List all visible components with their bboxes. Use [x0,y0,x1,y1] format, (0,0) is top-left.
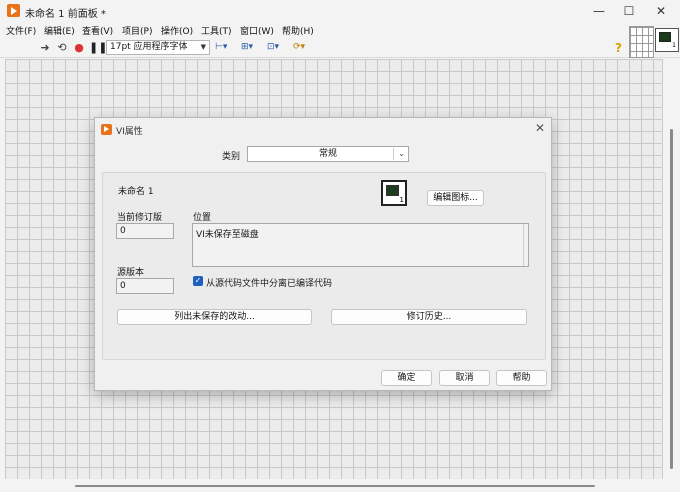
labview-app-icon [7,4,20,17]
dialog-close-icon[interactable]: ✕ [533,121,547,135]
labview-dialog-icon [101,124,112,135]
menu-bar: 文件(F) 编辑(E) 查看(V) 项目(P) 操作(O) 工具(T) 窗口(W… [0,22,680,38]
run-arrow-icon[interactable]: ➜ [38,41,52,55]
run-continuously-icon[interactable]: ⟲ [55,41,69,55]
menu-operate[interactable]: 操作(O) [161,24,193,37]
align-objects-icon[interactable]: ⊢▾ [215,40,239,55]
source-version-field: 0 [116,278,174,294]
source-version-label: 源版本 [117,268,145,278]
abort-icon[interactable]: ● [72,41,86,55]
current-revision-field: 0 [116,223,174,239]
maximize-button[interactable]: ☐ [614,2,644,20]
vertical-scrollbar[interactable] [665,59,678,479]
vi-icon-number: 1 [672,42,676,49]
revision-history-button[interactable]: 修订历史... [331,309,527,325]
vertical-scroll-thumb[interactable] [670,129,673,469]
distribute-objects-icon[interactable]: ⊞▾ [241,40,265,55]
minimize-button[interactable]: — [584,2,614,20]
font-select-value: 17pt 应用程序字体 [110,42,188,52]
horizontal-scrollbar[interactable] [5,480,665,491]
location-value: VI未保存至磁盘 [196,230,259,240]
vi-icon-number: 1 [399,196,404,204]
menu-project[interactable]: 项目(P) [122,24,152,37]
pause-icon[interactable]: ❚❚ [89,41,107,55]
category-select[interactable]: 常规 ⌄ [247,146,409,162]
category-value: 常规 [318,149,337,159]
edit-icon-button[interactable]: 编辑图标... [427,190,484,206]
vi-properties-dialog: VI属性 ✕ 类别 常规 ⌄ 未命名 1 1 编辑图标... 当前修订版 0 位… [94,117,552,391]
vi-icon[interactable]: 1 [655,28,679,52]
vi-name-label: 未命名 1 [118,187,154,197]
chevron-down-icon: ⌄ [398,149,405,158]
select-divider [393,148,394,160]
connector-pane[interactable] [629,26,654,58]
menu-edit[interactable]: 编辑(E) [44,24,75,37]
font-select[interactable]: 17pt 应用程序字体 ▼ [106,40,210,55]
menu-window[interactable]: 窗口(W) [240,24,274,37]
context-help-icon[interactable]: ? [615,41,627,55]
reorder-icon[interactable]: ⟳▾ [293,40,317,55]
toolbar: ➜ ⟲ ● ❚❚ 17pt 应用程序字体 ▼ ⊢▾ ⊞▾ ⊡▾ ⟳▾ [0,38,680,58]
list-unsaved-changes-button[interactable]: 列出未保存的改动... [117,309,312,325]
chevron-down-icon: ▼ [200,43,206,51]
ok-button[interactable]: 确定 [381,370,432,386]
current-revision-label: 当前修订版 [117,213,163,223]
cancel-button[interactable]: 取消 [439,370,490,386]
menu-help[interactable]: 帮助(H) [282,24,314,37]
separate-compiled-checkbox[interactable]: ✓ [193,276,203,286]
dialog-title: VI属性 [116,127,143,137]
vi-icon-screen [386,185,399,196]
menu-view[interactable]: 查看(V) [82,24,113,37]
window-title: 未命名 1 前面板 * [25,9,106,20]
close-button[interactable]: ✕ [646,2,676,20]
location-field: VI未保存至磁盘 [192,223,529,267]
vi-icon-screen [659,32,671,42]
menu-tools[interactable]: 工具(T) [201,24,232,37]
separate-compiled-label[interactable]: 从源代码文件中分离已编译代码 [206,276,332,289]
title-bar: 未命名 1 前面板 * — ☐ ✕ [0,0,680,22]
horizontal-scroll-thumb[interactable] [75,485,595,487]
location-label: 位置 [193,213,212,223]
resize-objects-icon[interactable]: ⊡▾ [267,40,291,55]
category-label: 类别 [222,152,241,162]
help-button[interactable]: 帮助 [496,370,547,386]
location-scrollbar[interactable] [523,224,524,266]
menu-file[interactable]: 文件(F) [6,24,36,37]
vi-icon-preview: 1 [381,180,407,206]
